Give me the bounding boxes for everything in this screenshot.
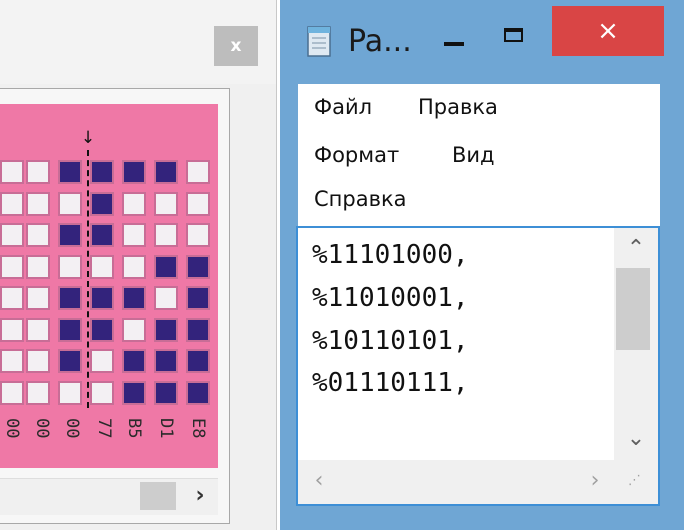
maximize-icon — [504, 28, 523, 42]
bit-cell[interactable] — [186, 160, 210, 184]
bitmap-scrollbar-thumb[interactable] — [140, 482, 176, 510]
bit-cell[interactable] — [186, 191, 210, 216]
menu-file[interactable]: Файл — [314, 92, 372, 122]
bit-cell[interactable] — [186, 223, 210, 247]
bit-cell[interactable] — [90, 349, 114, 373]
bit-cell[interactable] — [90, 160, 114, 184]
scroll-right-arrow-icon[interactable]: › — [582, 466, 608, 496]
bit-cell[interactable] — [58, 191, 82, 216]
notepad-app-icon — [304, 24, 334, 58]
bit-cell[interactable] — [0, 191, 24, 216]
scroll-left-arrow-icon[interactable]: ‹ — [306, 466, 332, 496]
bitmap-editor-close-button[interactable]: x — [214, 26, 258, 66]
bit-cell[interactable] — [154, 317, 178, 342]
bit-cell[interactable] — [0, 317, 24, 342]
bit-cell[interactable] — [122, 349, 146, 373]
bit-cell[interactable] — [0, 380, 24, 405]
bit-cell[interactable] — [154, 160, 178, 184]
bit-cell[interactable] — [58, 160, 82, 184]
bit-cell[interactable] — [26, 160, 50, 184]
notepad-window-title: Pa... — [348, 24, 412, 59]
bit-cell[interactable] — [58, 286, 82, 310]
vertical-scrollbar-thumb[interactable] — [616, 268, 650, 350]
bit-cell[interactable] — [26, 191, 50, 216]
hex-column-label: 00 — [0, 414, 26, 466]
minimize-button[interactable] — [430, 22, 476, 62]
bit-cell[interactable] — [122, 317, 146, 342]
bit-cell[interactable] — [154, 191, 178, 216]
bit-cell[interactable] — [26, 349, 50, 373]
bit-cell[interactable] — [122, 380, 146, 405]
bit-cell[interactable] — [122, 191, 146, 216]
menu-help[interactable]: Справка — [314, 184, 407, 214]
hex-column-label: B5 — [122, 414, 148, 466]
bit-cell[interactable] — [154, 254, 178, 279]
hex-column-label: D1 — [154, 414, 180, 466]
hex-column-label-text: B5 — [124, 418, 144, 439]
bit-cell[interactable] — [122, 223, 146, 247]
bit-cell[interactable] — [186, 380, 210, 405]
bit-cell[interactable] — [26, 254, 50, 279]
scroll-right-arrow-icon[interactable]: › — [186, 480, 214, 512]
bit-cell[interactable] — [90, 380, 114, 405]
bit-cell[interactable] — [58, 380, 82, 405]
down-arrow-icon: ↓ — [80, 128, 96, 148]
bit-cell[interactable] — [122, 254, 146, 279]
menu-edit[interactable]: Правка — [418, 92, 498, 122]
text-line: %01110111, — [312, 368, 469, 398]
scroll-up-arrow-icon[interactable]: ⌃ — [614, 234, 658, 264]
bit-cell[interactable] — [122, 286, 146, 310]
scroll-down-arrow-icon[interactable]: ⌄ — [614, 424, 658, 454]
notepad-close-button[interactable]: × — [552, 6, 664, 56]
bit-cell[interactable] — [90, 286, 114, 310]
bit-cell[interactable] — [0, 286, 24, 310]
bit-cell[interactable] — [58, 254, 82, 279]
bit-cell[interactable] — [26, 317, 50, 342]
hex-column-label-text: D1 — [156, 418, 176, 439]
bit-cell[interactable] — [154, 223, 178, 247]
menu-format[interactable]: Формат — [314, 140, 399, 170]
bit-cell[interactable] — [26, 380, 50, 405]
bit-cell[interactable] — [122, 160, 146, 184]
text-line: %10110101, — [312, 326, 469, 356]
bit-cell[interactable] — [186, 286, 210, 310]
resize-grip-icon[interactable]: ⋰ — [628, 474, 648, 496]
hex-column-label-text: 00 — [32, 418, 52, 439]
bit-cell[interactable] — [58, 317, 82, 342]
text-line: %11010001, — [312, 283, 469, 313]
maximize-button[interactable] — [490, 22, 540, 62]
bit-cell[interactable] — [26, 223, 50, 247]
bitmap-grid[interactable] — [0, 160, 216, 410]
bit-cell[interactable] — [154, 349, 178, 373]
minimize-icon — [444, 42, 464, 46]
hex-column-label-text: E8 — [188, 418, 208, 439]
column-divider-line — [87, 150, 89, 408]
text-line: %11101000, — [312, 240, 469, 270]
bit-cell[interactable] — [154, 286, 178, 310]
hex-column-label: 00 — [30, 414, 56, 466]
bit-cell[interactable] — [90, 317, 114, 342]
bit-cell[interactable] — [58, 349, 82, 373]
bit-cell[interactable] — [186, 317, 210, 342]
hex-column-label-text: 77 — [94, 418, 114, 439]
hex-column-label-text: 00 — [2, 418, 22, 439]
bit-cell[interactable] — [0, 254, 24, 279]
bit-cell[interactable] — [0, 160, 24, 184]
bit-cell[interactable] — [26, 286, 50, 310]
bit-cell[interactable] — [186, 254, 210, 279]
bit-cell[interactable] — [0, 349, 24, 373]
bit-cell[interactable] — [90, 191, 114, 216]
bit-cell[interactable] — [90, 223, 114, 247]
bit-cell[interactable] — [90, 254, 114, 279]
hex-column-label: 00 — [60, 414, 86, 466]
menu-view[interactable]: Вид — [452, 140, 495, 170]
hex-column-label: 77 — [92, 414, 118, 466]
bit-cell[interactable] — [154, 380, 178, 405]
hex-column-label-text: 00 — [62, 418, 82, 439]
hex-column-label: E8 — [186, 414, 212, 466]
bit-cell[interactable] — [186, 349, 210, 373]
bit-cell[interactable] — [0, 223, 24, 247]
bit-cell[interactable] — [58, 223, 82, 247]
